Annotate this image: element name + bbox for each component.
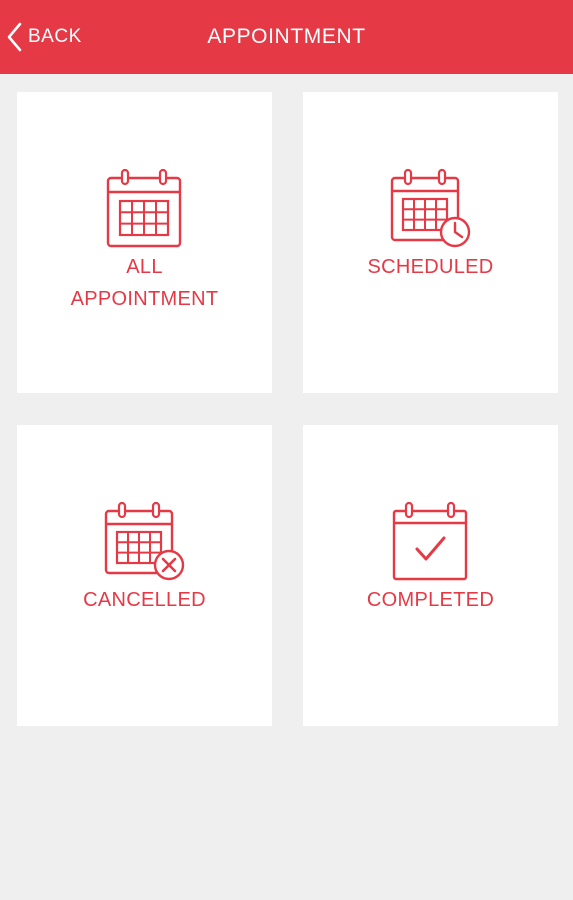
back-button[interactable]: BACK: [6, 20, 82, 54]
back-label: BACK: [28, 26, 82, 47]
chevron-left-icon: [7, 22, 22, 52]
all-appointment-card[interactable]: ALL APPOINTMENT: [17, 92, 272, 393]
app-bar: BACK APPOINTMENT: [0, 0, 573, 74]
calendar-check-icon: [392, 501, 468, 581]
cancelled-label: CANCELLED: [83, 589, 206, 611]
completed-card[interactable]: COMPLETED: [303, 425, 558, 726]
calendar-grid-icon: [106, 168, 182, 248]
calendar-cancel-icon: [104, 501, 185, 581]
all-appointment-label: ALL APPOINTMENT: [17, 251, 272, 315]
calendar-clock-icon: [390, 168, 471, 248]
page-title: APPOINTMENT: [207, 25, 366, 48]
scheduled-label: SCHEDULED: [367, 256, 494, 278]
completed-label: COMPLETED: [366, 589, 495, 611]
scheduled-card[interactable]: SCHEDULED: [303, 92, 558, 393]
cancelled-card[interactable]: CANCELLED: [17, 425, 272, 726]
all-appointment-label-line1: ALL: [126, 256, 163, 278]
all-appointment-label-line2: APPOINTMENT: [70, 288, 219, 310]
